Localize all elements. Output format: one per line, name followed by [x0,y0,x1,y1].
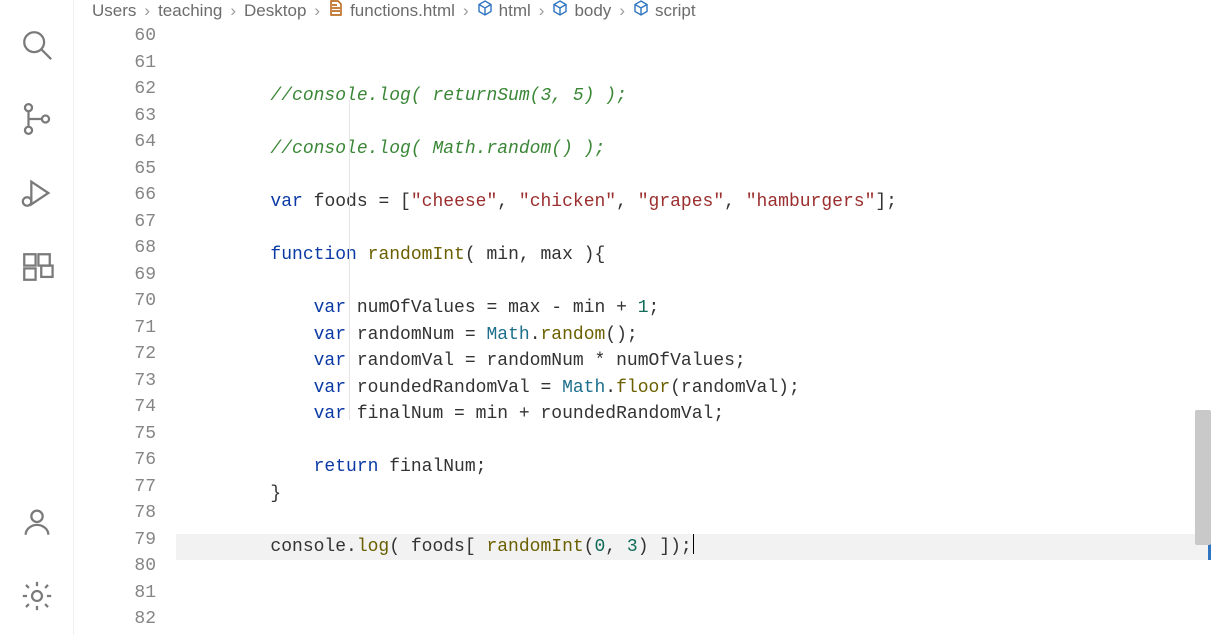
line-number: 70 [74,288,184,315]
code-line[interactable] [184,163,1211,190]
breadcrumb-item[interactable]: functions.html [328,0,455,21]
code-line[interactable]: return finalNum; [184,454,1211,481]
line-number: 75 [74,421,184,448]
app-root: Users › teaching › Desktop › functions.html › ht… [0,0,1211,635]
activity-bar [0,0,74,635]
symbol-icon [477,0,493,21]
breadcrumb-item[interactable]: body [552,0,611,21]
breadcrumb-label: functions.html [350,1,455,21]
line-number: 81 [74,580,184,607]
line-number: 62 [74,76,184,103]
code-line[interactable] [184,269,1211,296]
account-icon[interactable] [20,505,54,539]
code-line[interactable]: var roundedRandomVal = Math.floor(random… [184,375,1211,402]
code-line[interactable]: var numOfValues = max - min + 1; [184,295,1211,322]
breadcrumb-separator: › [539,1,545,21]
code-line[interactable] [184,587,1211,614]
scrollbar-thumb[interactable] [1195,410,1211,544]
code-line[interactable] [184,507,1211,534]
editor-main: Users › teaching › Desktop › functions.html › ht… [74,0,1211,635]
line-number: 74 [74,394,184,421]
symbol-icon [633,0,649,21]
code-line[interactable]: console.log( foods[ randomInt(0, 3) ]); [176,534,1211,561]
code-line[interactable]: //console.log( returnSum(3, 5) ); [184,83,1211,110]
line-number: 79 [74,527,184,554]
code-editor[interactable]: 6061626364656667686970717273747576777879… [74,21,1211,635]
settings-icon[interactable] [20,579,54,613]
search-icon[interactable] [20,28,54,62]
code-line[interactable] [184,560,1211,587]
breadcrumb-item[interactable]: teaching [158,1,222,21]
code-line[interactable]: var randomVal = randomNum * numOfValues; [184,348,1211,375]
code-line[interactable]: } [184,481,1211,508]
code-line[interactable]: function randomInt( min, max ){ [184,242,1211,269]
code-line[interactable]: var foods = ["cheese", "chicken", "grape… [184,189,1211,216]
code-area[interactable]: //console.log( returnSum(3, 5) ); //cons… [184,21,1211,635]
line-number: 64 [74,129,184,156]
file-icon [328,0,344,21]
breadcrumb-label: teaching [158,1,222,21]
code-line[interactable]: //console.log( Math.random() ); [184,136,1211,163]
line-number: 77 [74,474,184,501]
breadcrumb-label: Desktop [244,1,306,21]
line-number: 60 [74,23,184,50]
line-number: 78 [74,500,184,527]
code-line[interactable]: var finalNum = min + roundedRandomVal; [184,401,1211,428]
vertical-scrollbar[interactable] [1191,21,1211,635]
breadcrumb-label: Users [92,1,136,21]
breadcrumb-item[interactable]: Users [92,1,136,21]
breadcrumb-separator: › [144,1,150,21]
line-number: 63 [74,103,184,130]
line-number: 80 [74,553,184,580]
code-line[interactable]: var randomNum = Math.random(); [184,322,1211,349]
breadcrumb-label: script [655,1,696,21]
line-number: 69 [74,262,184,289]
line-number: 68 [74,235,184,262]
line-number: 72 [74,341,184,368]
breadcrumb-item[interactable]: html [477,0,531,21]
debug-icon[interactable] [20,176,54,210]
breadcrumb-item[interactable]: Desktop [244,1,306,21]
code-line[interactable] [184,613,1211,635]
line-number: 71 [74,315,184,342]
breadcrumb-label: body [574,1,611,21]
breadcrumb-separator: › [463,1,469,21]
breadcrumb-item[interactable]: script [633,0,696,21]
breadcrumb-label: html [499,1,531,21]
extensions-icon[interactable] [20,250,54,284]
symbol-icon [552,0,568,21]
line-number: 66 [74,182,184,209]
breadcrumb-separator: › [230,1,236,21]
line-number: 82 [74,606,184,633]
text-cursor [693,534,694,554]
breadcrumb-separator: › [619,1,625,21]
line-number: 67 [74,209,184,236]
line-number: 61 [74,50,184,77]
breadcrumb: Users › teaching › Desktop › functions.html › ht… [74,0,1211,21]
breadcrumb-separator: › [314,1,320,21]
code-line[interactable] [184,428,1211,455]
line-number-gutter: 6061626364656667686970717273747576777879… [74,21,184,635]
indent-guide [349,100,350,420]
code-line[interactable] [184,110,1211,137]
line-number: 73 [74,368,184,395]
code-line[interactable] [184,216,1211,243]
line-number: 65 [74,156,184,183]
line-number: 76 [74,447,184,474]
source-control-icon[interactable] [20,102,54,136]
